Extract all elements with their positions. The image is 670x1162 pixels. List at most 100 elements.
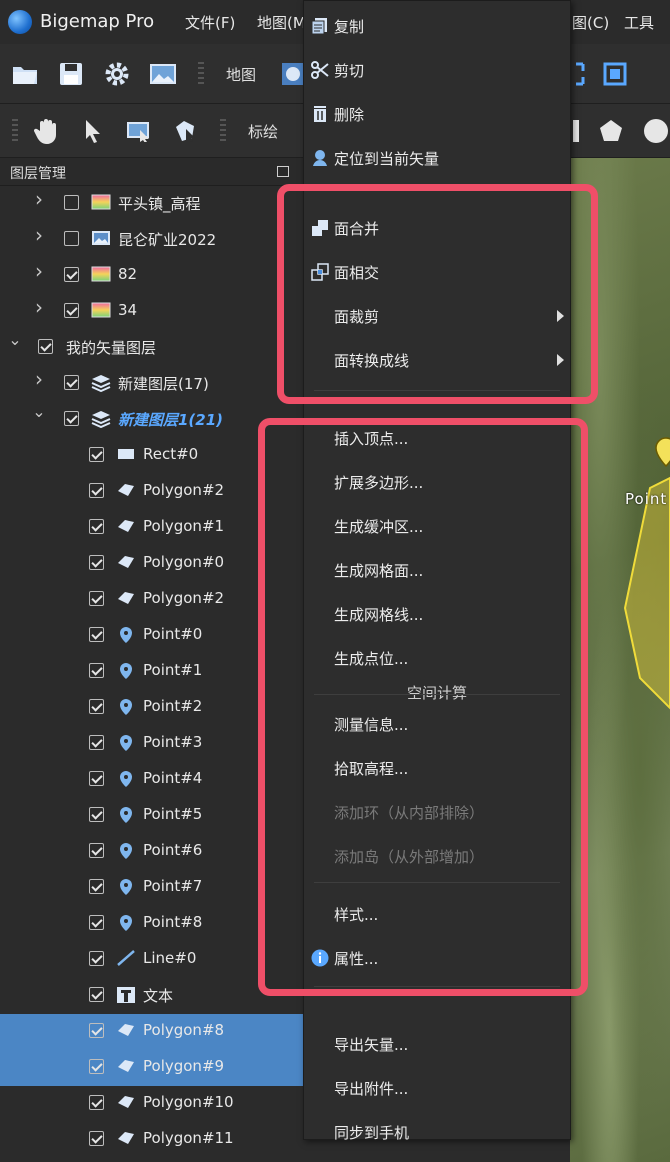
layer-label: 平头镇_高程 [118, 195, 201, 213]
layer-visibility-checkbox[interactable] [89, 735, 104, 750]
layer-panel-header: 图层管理 [0, 158, 305, 186]
layer-visibility-checkbox[interactable] [89, 447, 104, 462]
expand-chevron-icon[interactable]: › [32, 261, 46, 281]
layer-row[interactable]: › 平头镇_高程 [0, 186, 305, 222]
layer-visibility-checkbox[interactable] [38, 339, 53, 354]
polygon-feature[interactable] [623, 476, 670, 710]
rect-select-icon[interactable] [124, 116, 154, 146]
menu-item[interactable]: 同步到手机 [304, 1112, 570, 1152]
layer-visibility-checkbox[interactable] [89, 483, 104, 498]
menu-layer[interactable]: 图(C) [572, 12, 609, 33]
layer-row[interactable]: Polygon#9 [0, 1050, 305, 1086]
layer-visibility-checkbox[interactable] [89, 555, 104, 570]
layer-row[interactable]: Polygon#8 [0, 1014, 305, 1050]
layer-visibility-checkbox[interactable] [64, 231, 79, 246]
circle-icon[interactable] [640, 116, 670, 146]
layer-visibility-checkbox[interactable] [89, 1095, 104, 1110]
annotate-menu-label[interactable]: 标绘 [248, 121, 278, 142]
layer-visibility-checkbox[interactable] [64, 375, 79, 390]
layer-visibility-checkbox[interactable] [89, 915, 104, 930]
expand-chevron-icon[interactable]: › [32, 297, 46, 317]
text-icon [116, 986, 136, 1004]
menu-item[interactable]: 导出矢量... [304, 1024, 570, 1064]
layer-row[interactable]: › 新建图层(17) [0, 366, 305, 402]
polygon-icon [116, 1094, 136, 1112]
hand-pan-icon[interactable] [32, 116, 62, 146]
menu-item[interactable]: 剪切 [304, 50, 570, 90]
menu-tools[interactable]: 工具 [624, 12, 654, 33]
layer-label: Point#8 [143, 913, 203, 931]
layer-visibility-checkbox[interactable] [89, 1023, 104, 1038]
highlight-box-geometry-tools [258, 418, 588, 996]
map-menu-label[interactable]: 地图 [226, 64, 256, 85]
menu-item[interactable]: 定位到当前矢量 [304, 138, 570, 178]
map-point-label: Point [625, 490, 668, 508]
line-tool-icon[interactable] [573, 120, 579, 142]
layer-visibility-checkbox[interactable] [89, 699, 104, 714]
layer-label: Polygon#2 [143, 481, 225, 499]
fullscreen-icon[interactable] [600, 59, 630, 89]
point-marker-icon[interactable] [655, 437, 670, 468]
gear-icon[interactable] [102, 59, 132, 89]
menu-item[interactable]: 导出附件... [304, 1068, 570, 1108]
expand-chevron-icon[interactable]: › [32, 225, 46, 245]
layer-visibility-checkbox[interactable] [89, 1059, 104, 1074]
layer-label: Point#3 [143, 733, 203, 751]
toolbar-grip[interactable] [220, 119, 226, 143]
pin-icon [116, 842, 136, 860]
rect-icon [116, 446, 136, 464]
select-arrow-icon[interactable] [78, 116, 108, 146]
layer-visibility-checkbox[interactable] [89, 879, 104, 894]
layer-visibility-checkbox[interactable] [89, 519, 104, 534]
layer-label: Polygon#11 [143, 1129, 234, 1147]
layer-label: Point#2 [143, 697, 203, 715]
menu-item[interactable]: 删除 [304, 94, 570, 134]
layer-visibility-checkbox[interactable] [89, 591, 104, 606]
layer-visibility-checkbox[interactable] [89, 951, 104, 966]
app-title: Bigemap Pro [40, 11, 155, 32]
layer-row[interactable]: ⌄ 我的矢量图层 [0, 330, 305, 366]
layer-visibility-checkbox[interactable] [89, 771, 104, 786]
toolbar-grip[interactable] [198, 62, 204, 86]
pin-icon [116, 734, 136, 752]
expand-chevron-icon[interactable]: › [32, 369, 46, 389]
layer-label: 34 [118, 301, 138, 319]
menu-file[interactable]: 文件(F) [185, 12, 235, 33]
menu-map[interactable]: 地图(M [257, 12, 306, 33]
layer-visibility-checkbox[interactable] [89, 807, 104, 822]
layer-visibility-checkbox[interactable] [64, 195, 79, 210]
layer-row[interactable]: › 34 [0, 294, 305, 330]
layer-row[interactable]: › 82 [0, 258, 305, 294]
collapse-chevron-icon[interactable]: ⌄ [8, 332, 22, 348]
layer-visibility-checkbox[interactable] [64, 411, 79, 426]
layer-label: 昆仑矿业2022 [118, 231, 217, 249]
menu-item[interactable]: 复制 [304, 6, 570, 46]
restore-window-icon[interactable] [277, 166, 289, 177]
layer-visibility-checkbox[interactable] [64, 303, 79, 318]
locate-icon [311, 149, 329, 167]
menu-item-label: 复制 [334, 18, 365, 36]
layer-visibility-checkbox[interactable] [89, 843, 104, 858]
open-folder-icon[interactable] [10, 59, 40, 89]
menu-item-label: 导出矢量... [334, 1036, 409, 1054]
polygon-select-icon[interactable] [170, 116, 200, 146]
layer-visibility-checkbox[interactable] [89, 987, 104, 1002]
layer-visibility-checkbox[interactable] [64, 267, 79, 282]
polygon-icon [116, 482, 136, 500]
layer-row[interactable]: Polygon#11 [0, 1122, 305, 1158]
layer-row[interactable]: Polygon#10 [0, 1086, 305, 1122]
layer-visibility-checkbox[interactable] [89, 627, 104, 642]
toolbar-grip[interactable] [12, 119, 18, 143]
menu-item-label: 删除 [334, 106, 365, 124]
collapse-chevron-icon[interactable]: ⌄ [32, 404, 46, 420]
pentagon-icon[interactable] [596, 116, 626, 146]
layer-panel-title: 图层管理 [10, 166, 66, 182]
layer-row[interactable]: › 昆仑矿业2022 [0, 222, 305, 258]
expand-chevron-icon[interactable]: › [32, 189, 46, 209]
layer-visibility-checkbox[interactable] [89, 663, 104, 678]
save-icon[interactable] [56, 59, 86, 89]
layer-visibility-checkbox[interactable] [89, 1131, 104, 1146]
layer-label: 新建图层1(21) [118, 411, 224, 429]
layers-stack-icon [91, 374, 111, 393]
image-icon[interactable] [148, 59, 178, 89]
